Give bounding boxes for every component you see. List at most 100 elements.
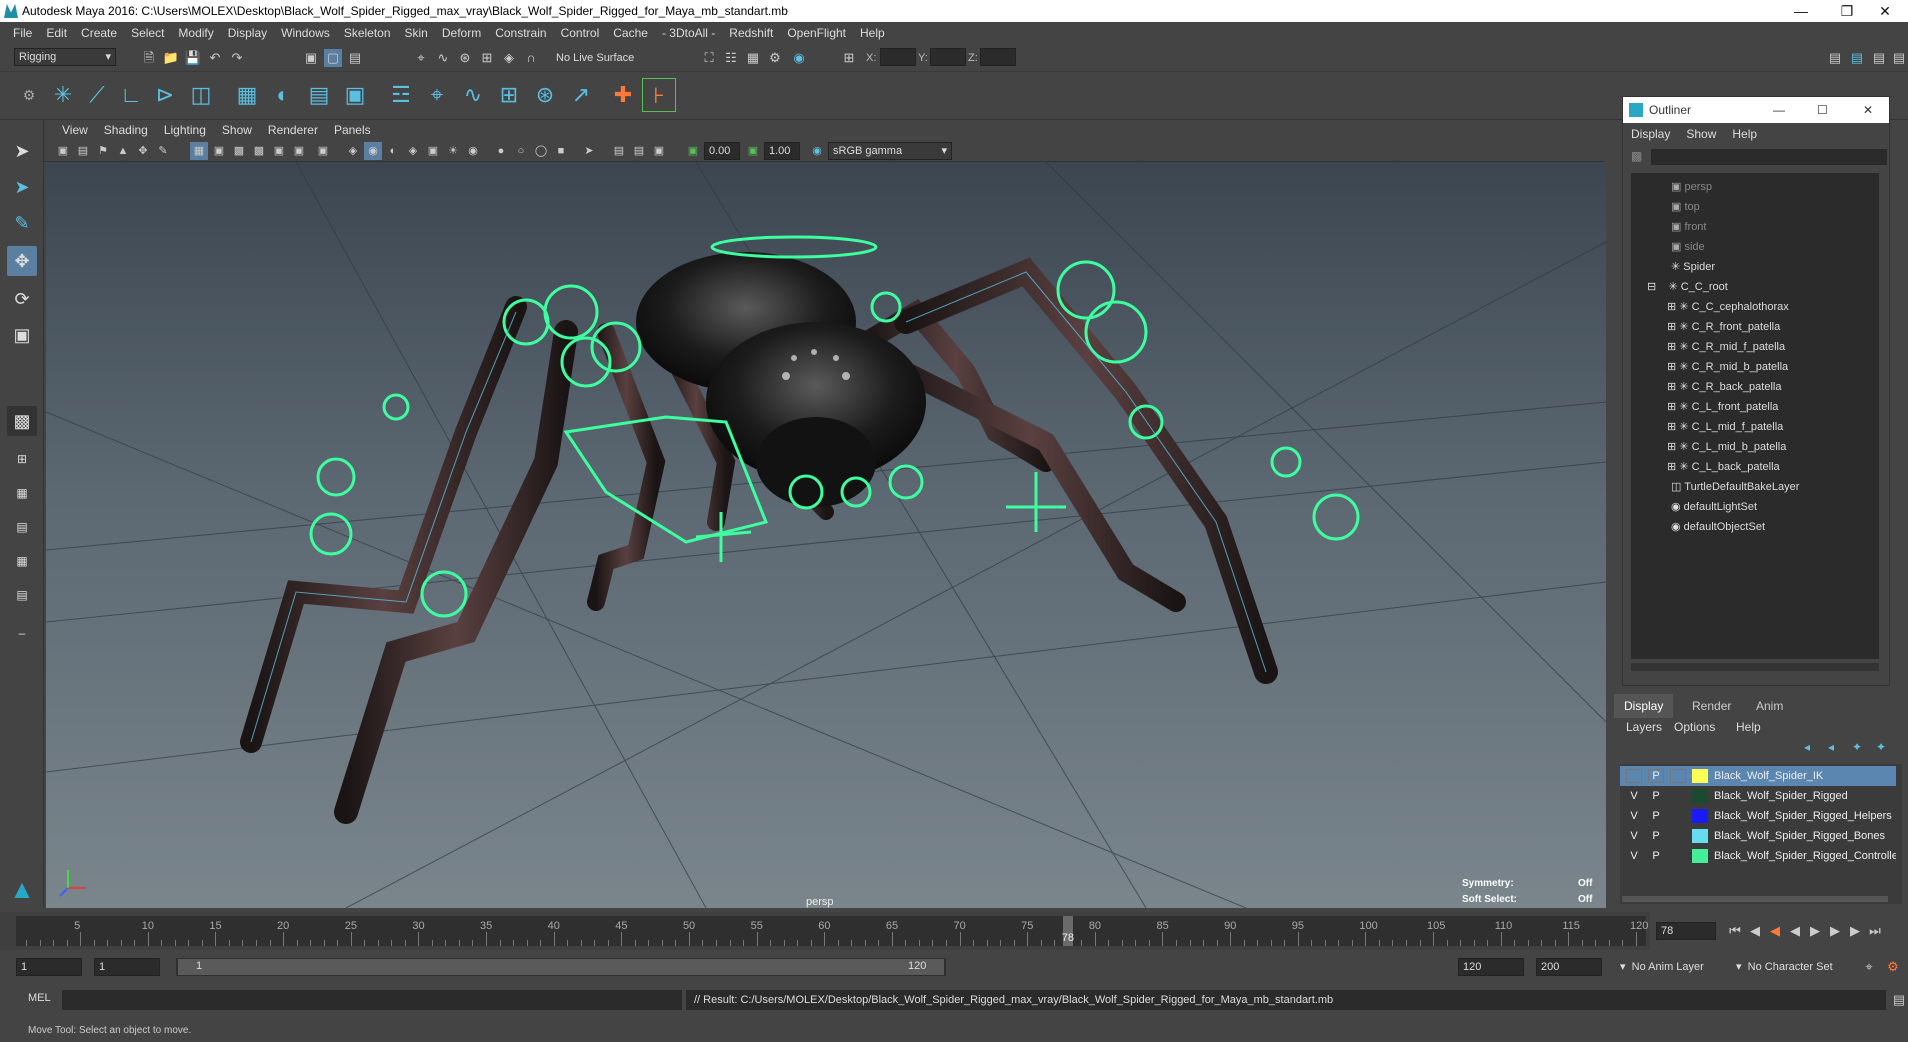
outliner-item[interactable]: ⊞ ✳ C_L_mid_b_patella: [1667, 437, 1786, 457]
save-scene-icon[interactable]: 💾: [184, 49, 202, 67]
command-input[interactable]: [62, 990, 682, 1010]
outliner-item[interactable]: ◫ TurtleDefaultBakeLayer: [1671, 477, 1799, 497]
render-frame-icon[interactable]: ☷: [722, 49, 740, 67]
snap-view-icon[interactable]: ⊞: [478, 49, 496, 67]
tool-settings-icon[interactable]: ▤: [1870, 49, 1888, 67]
outliner-item[interactable]: ▣ top: [1671, 197, 1700, 217]
minimize-icon[interactable]: —: [1778, 0, 1824, 22]
shelf-menu-icon[interactable]: ⚙: [12, 78, 46, 112]
locator-icon[interactable]: ✚: [606, 78, 640, 112]
layer-menu-help[interactable]: Help: [1736, 720, 1761, 734]
anim-layer-dropdown[interactable]: ▾ No Anim Layer: [1620, 960, 1704, 973]
playback-start-field[interactable]: 1: [94, 958, 160, 976]
menu-redshift[interactable]: Redshift: [722, 26, 780, 40]
point-constraint-icon[interactable]: ⌖: [420, 78, 454, 112]
open-scene-icon[interactable]: 📁: [162, 49, 180, 67]
safe-title-icon[interactable]: ▣: [314, 142, 332, 160]
layer-menu-options[interactable]: Options: [1674, 720, 1715, 734]
move-tool-icon[interactable]: ✥: [7, 246, 37, 276]
color-management-icon[interactable]: ◉: [808, 142, 826, 160]
bookmark-icon[interactable]: ⚑: [94, 142, 112, 160]
range-slider-handle[interactable]: [178, 959, 944, 975]
current-frame-field[interactable]: 78: [1656, 922, 1716, 940]
menu-modify[interactable]: Modify: [171, 26, 220, 40]
single-pane-layout-icon[interactable]: ▩: [7, 406, 37, 436]
hypergraph-layout-icon[interactable]: ▤: [7, 580, 37, 610]
new-layer-icon[interactable]: ✦: [1852, 740, 1862, 754]
script-language-toggle[interactable]: MEL: [28, 992, 51, 1004]
pole-vector-icon[interactable]: ↗: [564, 78, 598, 112]
menu-3dtoall[interactable]: - 3DtoAll -: [655, 26, 722, 40]
go-to-end-icon[interactable]: ⏭: [1866, 922, 1884, 940]
insert-joint-icon[interactable]: ⊳: [148, 78, 182, 112]
xray-icon[interactable]: ▤: [610, 142, 628, 160]
exposure-field[interactable]: 0.00: [704, 142, 740, 160]
layer-visibility-toggle[interactable]: V: [1626, 826, 1642, 846]
gamma-icon[interactable]: ▣: [744, 142, 762, 160]
resolution-gate-icon[interactable]: ▩: [230, 142, 248, 160]
lighting-icon[interactable]: ☀: [444, 142, 462, 160]
layer-color-swatch[interactable]: [1692, 849, 1708, 863]
layer-row[interactable]: P Black_Wolf_Spider_IK: [1620, 766, 1896, 786]
snap-surface-icon[interactable]: ◈: [500, 49, 518, 67]
layer-color-swatch[interactable]: [1692, 809, 1708, 823]
z-field[interactable]: [980, 48, 1016, 66]
outliner-item[interactable]: ✳ Spider: [1671, 257, 1715, 277]
layer-horizontal-scrollbar[interactable]: [1622, 896, 1888, 902]
outliner-item[interactable]: ⊞ ✳ C_R_back_patella: [1667, 377, 1781, 397]
layer-menu-layers[interactable]: Layers: [1626, 720, 1662, 734]
expand-icon[interactable]: ⊞: [1667, 421, 1676, 433]
layer-row[interactable]: V P Black_Wolf_Spider_Rigged_Bones: [1620, 826, 1896, 846]
snap-magnet-icon[interactable]: ∩: [522, 49, 540, 67]
two-pane-layout-icon[interactable]: ▦: [7, 478, 37, 508]
ik-handle-icon[interactable]: ⟋: [80, 78, 114, 112]
menu-constrain[interactable]: Constrain: [488, 26, 553, 40]
layer-playback-toggle[interactable]: P: [1648, 769, 1664, 783]
step-back-frame-icon[interactable]: ◀: [1766, 922, 1784, 940]
layer-row[interactable]: V P Black_Wolf_Spider_Rigged: [1620, 786, 1896, 806]
layer-row[interactable]: V P Black_Wolf_Spider_Rigged_Controllers: [1620, 846, 1896, 866]
attribute-editor-icon[interactable]: ▤: [1848, 49, 1866, 67]
new-layer-selected-icon[interactable]: ✦: [1876, 740, 1886, 754]
graph-layout-icon[interactable]: ▦: [7, 546, 37, 576]
xray-components-icon[interactable]: ▣: [650, 142, 668, 160]
play-backward-icon[interactable]: ◀: [1786, 922, 1804, 940]
layer-color-swatch[interactable]: [1692, 789, 1708, 803]
expand-icon[interactable]: ⊞: [1667, 401, 1676, 413]
scale-constraint-icon[interactable]: ⊞: [492, 78, 526, 112]
outliner-item[interactable]: ◉ defaultObjectSet: [1671, 517, 1765, 537]
layer-row[interactable]: V P Black_Wolf_Spider_Rigged_Helpers: [1620, 806, 1896, 826]
x-field[interactable]: [880, 48, 916, 66]
ik-spline-icon[interactable]: ∟: [114, 78, 148, 112]
expand-icon[interactable]: ⊞: [1667, 461, 1676, 473]
layer-color-swatch[interactable]: [1692, 829, 1708, 843]
aim-constraint-icon[interactable]: ⊛: [528, 78, 562, 112]
outliner-item[interactable]: ⊞ ✳ C_R_mid_b_patella: [1667, 357, 1788, 377]
outliner-item[interactable]: ⊞ ✳ C_L_front_patella: [1667, 397, 1778, 417]
default-material-icon[interactable]: ◐: [384, 142, 402, 160]
lattice-icon[interactable]: ▤: [302, 78, 336, 112]
snap-curve-icon[interactable]: ∿: [434, 49, 452, 67]
hypershade-icon[interactable]: ◉: [790, 49, 808, 67]
grid-toggle-icon[interactable]: ▦: [190, 142, 208, 160]
outliner-item[interactable]: ⊟ ✳ C_C_root: [1647, 277, 1728, 297]
menu-windows[interactable]: Windows: [274, 26, 337, 40]
collapse-icon[interactable]: ⊟: [1647, 281, 1656, 293]
isolate-select-icon[interactable]: ➤: [580, 142, 598, 160]
layer-playback-toggle[interactable]: P: [1648, 806, 1664, 826]
menu-skeleton[interactable]: Skeleton: [337, 26, 398, 40]
layer-type-toggle[interactable]: [1670, 769, 1686, 783]
time-slider[interactable]: 5 10 15 20 25 30 35 40 45 50 55 60 65 70 75 80 85 90 95 100…: [0, 912, 1881, 950]
panel-menu-lighting[interactable]: Lighting: [156, 123, 214, 137]
rotate-tool-icon[interactable]: ⟳: [7, 284, 37, 314]
expand-icon[interactable]: ⊞: [1667, 381, 1676, 393]
playback-end-field[interactable]: 120: [1458, 958, 1524, 976]
transform-mode-icon[interactable]: ⊞: [840, 49, 858, 67]
anim-preferences-icon[interactable]: ⚙: [1884, 958, 1902, 976]
outliner-item[interactable]: ▣ persp: [1671, 177, 1712, 197]
layer-visibility-toggle[interactable]: V: [1626, 846, 1642, 866]
minimize-icon[interactable]: —: [1773, 97, 1785, 123]
go-to-start-icon[interactable]: ⏮: [1726, 922, 1744, 940]
shadows-icon[interactable]: ◉: [464, 142, 482, 160]
outliner-item[interactable]: ⊞ ✳ C_R_front_patella: [1667, 317, 1780, 337]
